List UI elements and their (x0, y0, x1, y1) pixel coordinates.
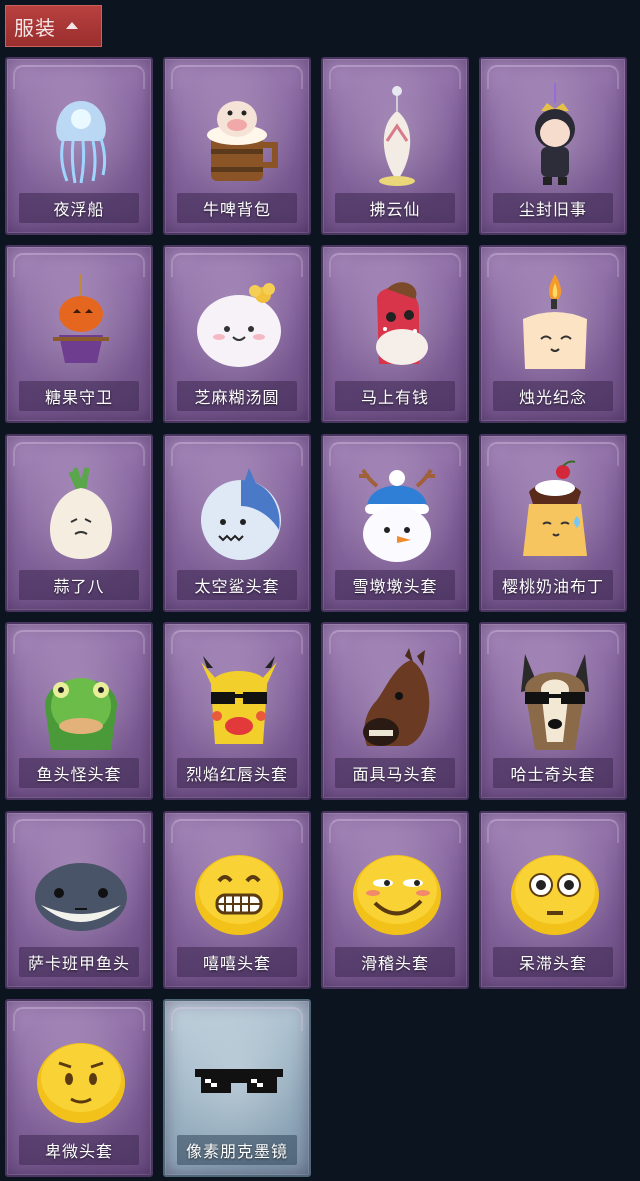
item-name: 像素朋克墨镜 (177, 1135, 297, 1165)
item-name: 萨卡班甲鱼头 (19, 947, 139, 977)
humble-emoji-icon (31, 1023, 131, 1133)
pumpkin-scarecrow-icon (31, 269, 131, 379)
item-name: 太空鲨头套 (177, 570, 297, 600)
item-name: 樱桃奶油布丁 (493, 570, 613, 600)
item-name: 马上有钱 (335, 381, 455, 411)
item-name: 芝麻糊汤圆 (177, 381, 297, 411)
item-card[interactable]: 马上有钱 (321, 245, 469, 423)
garlic-head-icon (31, 458, 131, 568)
husky-mask-icon (505, 646, 605, 756)
space-shark-helmet-icon (189, 458, 289, 568)
item-name: 面具马头套 (335, 758, 455, 788)
item-name: 卑微头套 (19, 1135, 139, 1165)
item-card[interactable]: 太空鲨头套 (163, 434, 311, 612)
item-card[interactable]: 芝麻糊汤圆 (163, 245, 311, 423)
item-name: 雪墩墩头套 (335, 570, 455, 600)
snowman-helmet-icon (347, 458, 447, 568)
fox-immortal-pendant-icon (347, 81, 447, 191)
item-card[interactable]: 牛啤背包 (163, 57, 311, 235)
item-card[interactable]: 鱼头怪头套 (5, 622, 153, 800)
chevron-up-icon[interactable] (66, 21, 78, 29)
item-card[interactable]: 像素朋克墨镜 (163, 999, 311, 1177)
red-horse-head-icon (347, 269, 447, 379)
item-card[interactable]: 哈士奇头套 (479, 622, 627, 800)
candle-head-icon (505, 269, 605, 379)
outfit-panel: 服装 夜浮船 牛啤背包 拂云仙 尘封旧事糖果守卫 芝麻糊汤圆 马上有钱 烛光纪念蒜了八 太空鲨… (0, 0, 640, 1181)
horse-mask-icon (347, 646, 447, 756)
item-card[interactable]: 面具马头套 (321, 622, 469, 800)
item-card[interactable]: 蒜了八 (5, 434, 153, 612)
cherry-pudding-icon (505, 458, 605, 568)
item-card[interactable]: 夜浮船 (5, 57, 153, 235)
item-card[interactable]: 尘封旧事 (479, 57, 627, 235)
fish-head-mask-icon (31, 646, 131, 756)
item-card[interactable]: 呆滞头套 (479, 811, 627, 989)
chibi-prince-pendant-icon (505, 81, 605, 191)
grin-emoji-icon (189, 835, 289, 945)
item-name: 滑稽头套 (335, 947, 455, 977)
item-name: 糖果守卫 (19, 381, 139, 411)
sacabambaspis-head-icon (31, 835, 131, 945)
item-card[interactable]: 萨卡班甲鱼头 (5, 811, 153, 989)
item-name: 牛啤背包 (177, 193, 297, 223)
item-name: 烈焰红唇头套 (177, 758, 297, 788)
item-card[interactable]: 烈焰红唇头套 (163, 622, 311, 800)
item-card[interactable]: 拂云仙 (321, 57, 469, 235)
item-name: 鱼头怪头套 (19, 758, 139, 788)
item-card[interactable]: 樱桃奶油布丁 (479, 434, 627, 612)
item-name: 烛光纪念 (493, 381, 613, 411)
item-name: 拂云仙 (335, 193, 455, 223)
item-card[interactable]: 烛光纪念 (479, 245, 627, 423)
jellyfish-pendant-icon (31, 81, 131, 191)
pixel-sunglasses-icon (189, 1023, 289, 1133)
item-name: 哈士奇头套 (493, 758, 613, 788)
item-card[interactable]: 雪墩墩头套 (321, 434, 469, 612)
item-card[interactable]: 卑微头套 (5, 999, 153, 1177)
item-name: 尘封旧事 (493, 193, 613, 223)
rice-ball-flower-icon (189, 269, 289, 379)
cow-beer-mug-icon (189, 81, 289, 191)
item-name: 嘻嘻头套 (177, 947, 297, 977)
dazed-emoji-icon (505, 835, 605, 945)
item-card[interactable]: 嘻嘻头套 (163, 811, 311, 989)
red-lips-mask-icon (189, 646, 289, 756)
item-card[interactable]: 糖果守卫 (5, 245, 153, 423)
item-name: 呆滞头套 (493, 947, 613, 977)
section-title: 服装 (14, 15, 56, 40)
item-card[interactable]: 滑稽头套 (321, 811, 469, 989)
section-header-outfit[interactable]: 服装 (5, 5, 102, 47)
item-name: 夜浮船 (19, 193, 139, 223)
funny-emoji-icon (347, 835, 447, 945)
item-name: 蒜了八 (19, 570, 139, 600)
